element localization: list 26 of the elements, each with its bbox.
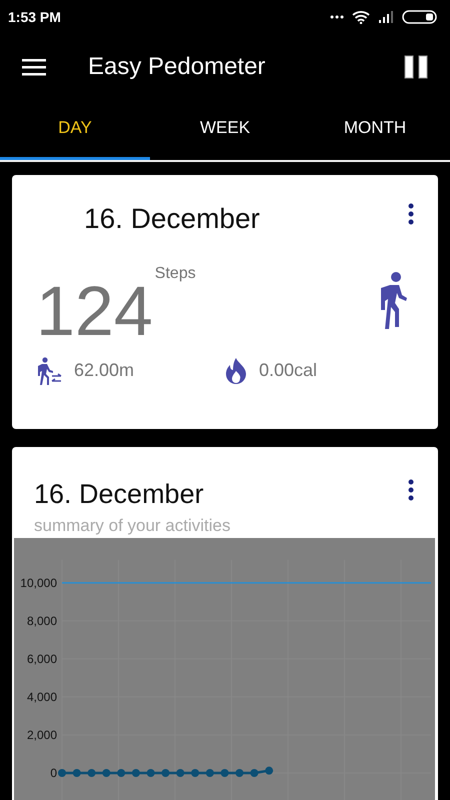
battery-icon xyxy=(402,10,438,24)
more-dots-icon xyxy=(330,15,344,20)
app-title: Easy Pedometer xyxy=(88,53,266,82)
summary-subtitle: summary of your activities xyxy=(34,516,230,536)
walking-distance-icon xyxy=(36,356,62,385)
axis-label: 2,000 xyxy=(26,728,57,742)
menu-dots-icon[interactable] xyxy=(408,479,414,501)
flame-icon xyxy=(225,358,247,384)
wifi-icon xyxy=(352,10,370,24)
signal-icon xyxy=(378,11,394,24)
date-title: 16. December xyxy=(34,479,205,510)
axis-label: 0 xyxy=(50,766,57,780)
calories-value: 0.00cal xyxy=(259,360,318,382)
menu-icon[interactable] xyxy=(22,58,46,76)
axis-label: 6,000 xyxy=(26,652,57,666)
axis-label: 10,000 xyxy=(20,576,57,590)
status-time: 1:53 PM xyxy=(8,9,61,26)
steps-unit: Steps xyxy=(154,264,197,283)
step-count: 124 xyxy=(36,278,153,343)
axis-label: 8,000 xyxy=(26,614,57,628)
menu-dots-icon[interactable] xyxy=(408,202,414,225)
distance-value: 62.00m xyxy=(74,360,134,382)
axis-label: 4,000 xyxy=(26,690,57,704)
date-title: 16. December xyxy=(84,202,260,235)
walking-person-icon xyxy=(378,270,408,329)
pause-icon[interactable] xyxy=(404,55,428,80)
